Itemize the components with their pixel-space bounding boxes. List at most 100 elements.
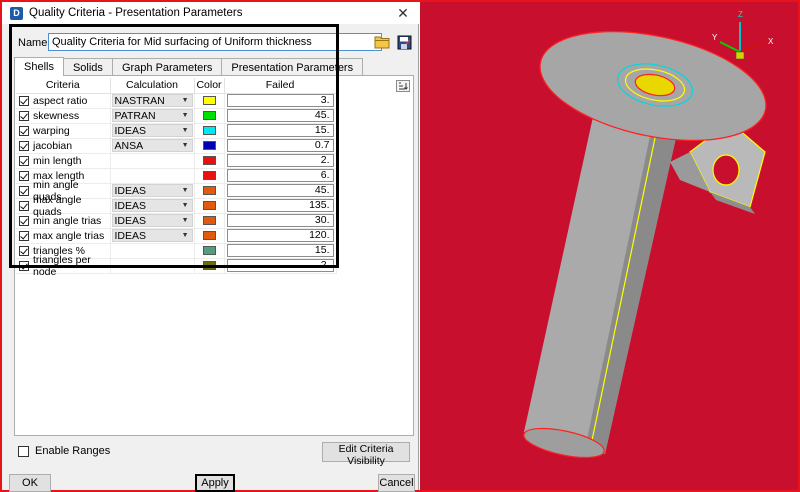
- enable-ranges-option[interactable]: Enable Ranges: [18, 445, 110, 457]
- criteria-checkbox[interactable]: [19, 215, 29, 226]
- cancel-button[interactable]: Cancel: [378, 474, 415, 492]
- failed-threshold-field[interactable]: 45.: [226, 184, 334, 197]
- color-swatch[interactable]: [202, 96, 216, 105]
- calculation-value: IDEAS: [114, 124, 147, 137]
- color-swatch[interactable]: [202, 111, 216, 120]
- criteria-checkbox[interactable]: [19, 155, 29, 166]
- table-row[interactable]: warping IDEAS ▼ 15.: [16, 123, 337, 139]
- tab-solids[interactable]: Solids: [62, 58, 113, 76]
- open-folder-icon[interactable]: [372, 32, 392, 52]
- criteria-cell-content: max angle trias: [16, 229, 110, 243]
- color-swatch[interactable]: [202, 231, 216, 240]
- calculation-cell: IDEAS ▼: [110, 228, 195, 244]
- criteria-label: min angle trias: [33, 214, 102, 227]
- criteria-checkbox[interactable]: [19, 260, 29, 271]
- color-swatch[interactable]: [202, 126, 216, 135]
- calculation-dropdown[interactable]: IDEAS ▼: [111, 214, 193, 227]
- failed-threshold-field[interactable]: 6.: [226, 169, 334, 182]
- 3d-viewport[interactable]: Z Y X: [420, 2, 798, 490]
- criteria-checkbox[interactable]: [19, 170, 29, 181]
- color-swatch[interactable]: [202, 246, 216, 255]
- calculation-cell[interactable]: [110, 153, 195, 169]
- criteria-checkbox[interactable]: [19, 200, 29, 211]
- failed-threshold-field[interactable]: 45.: [226, 109, 334, 122]
- failed-threshold-field[interactable]: 2.: [226, 259, 334, 272]
- failed-threshold-field[interactable]: 15.: [226, 244, 334, 257]
- failed-threshold-field[interactable]: 30.: [226, 214, 334, 227]
- header-criteria[interactable]: Criteria: [16, 78, 111, 94]
- calculation-dropdown[interactable]: NASTRAN ▼: [111, 94, 193, 107]
- failed-threshold-field[interactable]: 135.: [226, 199, 334, 212]
- criteria-checkbox[interactable]: [19, 185, 29, 196]
- criteria-cell: jacobian: [16, 138, 111, 154]
- criteria-checkbox[interactable]: [19, 245, 29, 256]
- table-row[interactable]: min angle trias IDEAS ▼ 30.: [16, 213, 337, 229]
- header-calculation[interactable]: Calculation: [110, 78, 195, 94]
- enable-ranges-checkbox[interactable]: [18, 445, 29, 457]
- failed-cell: 6.: [224, 168, 337, 184]
- color-cell: [194, 138, 225, 154]
- apply-button[interactable]: Apply: [195, 474, 235, 492]
- edit-criteria-visibility-button[interactable]: Edit Criteria Visibility: [322, 442, 410, 467]
- failed-threshold-field[interactable]: 0.7: [226, 139, 334, 152]
- header-failed[interactable]: Failed: [224, 78, 337, 94]
- table-row[interactable]: min length 2.: [16, 153, 337, 169]
- color-swatch[interactable]: [202, 141, 216, 150]
- criteria-cell-content: skewness: [16, 109, 110, 123]
- criteria-label: warping: [33, 124, 70, 137]
- header-color[interactable]: Color: [194, 78, 225, 94]
- sort-columns-icon[interactable]: [396, 80, 410, 92]
- color-swatch[interactable]: [202, 261, 216, 270]
- calculation-cell[interactable]: [110, 243, 195, 259]
- calculation-dropdown[interactable]: IDEAS ▼: [111, 184, 193, 197]
- criteria-checkbox[interactable]: [19, 95, 29, 106]
- criteria-label: jacobian: [33, 139, 73, 152]
- dropdown-arrow-icon: ▼: [181, 187, 189, 194]
- calculation-dropdown[interactable]: IDEAS ▼: [111, 229, 193, 242]
- title-bar[interactable]: D Quality Criteria - Presentation Parame…: [2, 2, 419, 24]
- color-cell: [194, 123, 225, 139]
- criteria-cell: aspect ratio: [16, 93, 111, 109]
- enable-ranges-label: Enable Ranges: [35, 445, 111, 457]
- failed-threshold-field[interactable]: 120.: [226, 229, 334, 242]
- criteria-checkbox[interactable]: [19, 110, 29, 121]
- failed-cell: 30.: [224, 213, 337, 229]
- save-icon[interactable]: [394, 32, 414, 52]
- tab-graph-parameters[interactable]: Graph Parameters: [111, 58, 223, 76]
- color-swatch[interactable]: [202, 186, 216, 195]
- criteria-checkbox[interactable]: [19, 125, 29, 136]
- calculation-cell[interactable]: [110, 168, 195, 184]
- table-row[interactable]: jacobian ANSA ▼ 0.7: [16, 138, 337, 154]
- calculation-cell: NASTRAN ▼: [110, 93, 195, 109]
- color-swatch[interactable]: [202, 201, 216, 210]
- tab-presentation-parameters[interactable]: Presentation Parameters: [221, 58, 364, 76]
- table-row[interactable]: max angle trias IDEAS ▼ 120.: [16, 228, 337, 244]
- close-icon[interactable]: ✕: [395, 5, 411, 21]
- calculation-dropdown[interactable]: IDEAS ▼: [111, 199, 193, 212]
- failed-threshold-field[interactable]: 15.: [226, 124, 334, 137]
- calculation-value: PATRAN: [114, 109, 156, 122]
- criteria-cell-content: triangles per node: [16, 254, 110, 278]
- table-row[interactable]: aspect ratio NASTRAN ▼ 3.: [16, 93, 337, 109]
- calculation-cell[interactable]: [110, 258, 195, 274]
- criteria-checkbox[interactable]: [19, 230, 29, 241]
- table-row[interactable]: triangles per node 2.: [16, 254, 337, 278]
- table-row[interactable]: skewness PATRAN ▼ 45.: [16, 108, 337, 124]
- name-label: Name:: [18, 37, 51, 49]
- table-row[interactable]: max angle quads IDEAS ▼ 135.: [16, 194, 337, 218]
- calculation-cell: ANSA ▼: [110, 138, 195, 154]
- criteria-checkbox[interactable]: [19, 140, 29, 151]
- failed-threshold-field[interactable]: 3.: [226, 94, 334, 107]
- calculation-dropdown[interactable]: ANSA ▼: [111, 139, 193, 152]
- tab-shells[interactable]: Shells: [14, 57, 64, 76]
- color-swatch[interactable]: [202, 171, 216, 180]
- color-swatch[interactable]: [202, 156, 216, 165]
- calculation-cell: IDEAS ▼: [110, 198, 195, 214]
- name-field[interactable]: [48, 33, 382, 51]
- calculation-dropdown[interactable]: PATRAN ▼: [111, 109, 193, 122]
- failed-threshold-field[interactable]: 2.: [226, 154, 334, 167]
- ok-button[interactable]: OK: [9, 474, 51, 492]
- criteria-cell-content: warping: [16, 124, 110, 138]
- calculation-dropdown[interactable]: IDEAS ▼: [111, 124, 193, 137]
- color-swatch[interactable]: [202, 216, 216, 225]
